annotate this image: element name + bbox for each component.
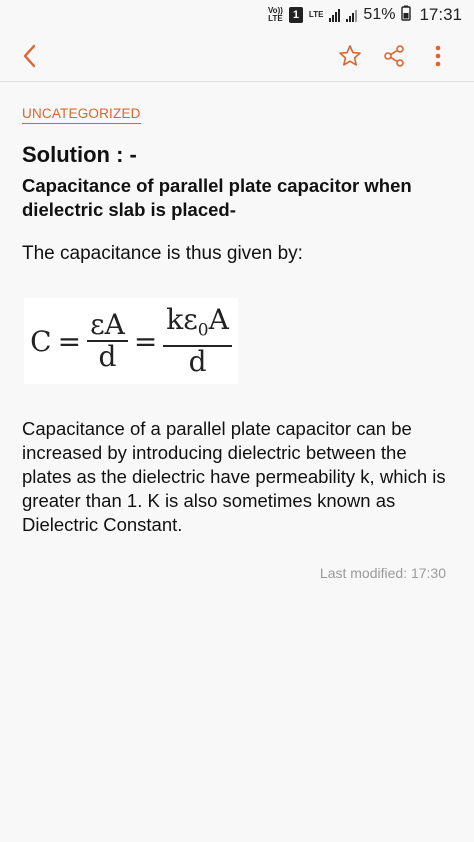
formula-equals-2: =: [133, 324, 158, 358]
share-icon: [384, 45, 404, 67]
signal-secondary-icon: [346, 8, 358, 22]
sim-indicator: 1: [288, 7, 303, 23]
formula-image: C = εA d = kε0A d: [24, 298, 238, 384]
last-modified: Last modified: 17:30: [319, 565, 446, 581]
formula-fraction-2: kε0A d: [163, 302, 232, 379]
fraction-2-area: A: [208, 302, 229, 336]
fraction-2-denominator: d: [188, 345, 207, 379]
more-vertical-icon: [435, 45, 441, 67]
share-button[interactable]: [380, 42, 408, 70]
note-subtitle: Capacitance of parallel plate capacitor …: [22, 175, 412, 220]
note-title: Solution : -: [22, 142, 137, 167]
fraction-1-numerator: εA: [87, 310, 128, 342]
fraction-2-subscript: 0: [197, 320, 209, 341]
note-body: Capacitance of a parallel plate capacito…: [22, 418, 446, 535]
battery-icon: [401, 5, 412, 26]
back-arrow-icon: [23, 44, 36, 68]
formula-equation: C = εA d = kε0A d: [30, 302, 232, 379]
clock: 17:31: [419, 5, 462, 24]
volte-indicator: Vo)) LTE: [268, 7, 283, 23]
fraction-2-k-epsilon: kε: [166, 302, 198, 336]
star-icon: [339, 45, 361, 66]
app-bar: [0, 30, 474, 82]
more-options-button[interactable]: [424, 42, 452, 70]
battery-level: 51%: [363, 6, 396, 23]
lte-indicator: LTE: [308, 10, 324, 19]
fraction-2-numerator: kε0A: [163, 302, 232, 348]
volte-bottom: LTE: [268, 14, 283, 23]
fraction-1-denominator: d: [98, 340, 117, 373]
formula-equals-1: =: [57, 324, 82, 358]
favorite-button[interactable]: [336, 42, 364, 70]
formula-lhs: C: [30, 324, 52, 358]
status-bar: Vo)) LTE 1 LTE 51% 17:31: [0, 0, 474, 30]
back-button[interactable]: [16, 42, 44, 70]
category-label[interactable]: UNCATEGORIZED: [22, 106, 141, 124]
signal-icon: [329, 8, 341, 22]
intro-text: The capacitance is thus given by:: [22, 243, 303, 264]
formula-fraction-1: εA d: [87, 310, 128, 372]
